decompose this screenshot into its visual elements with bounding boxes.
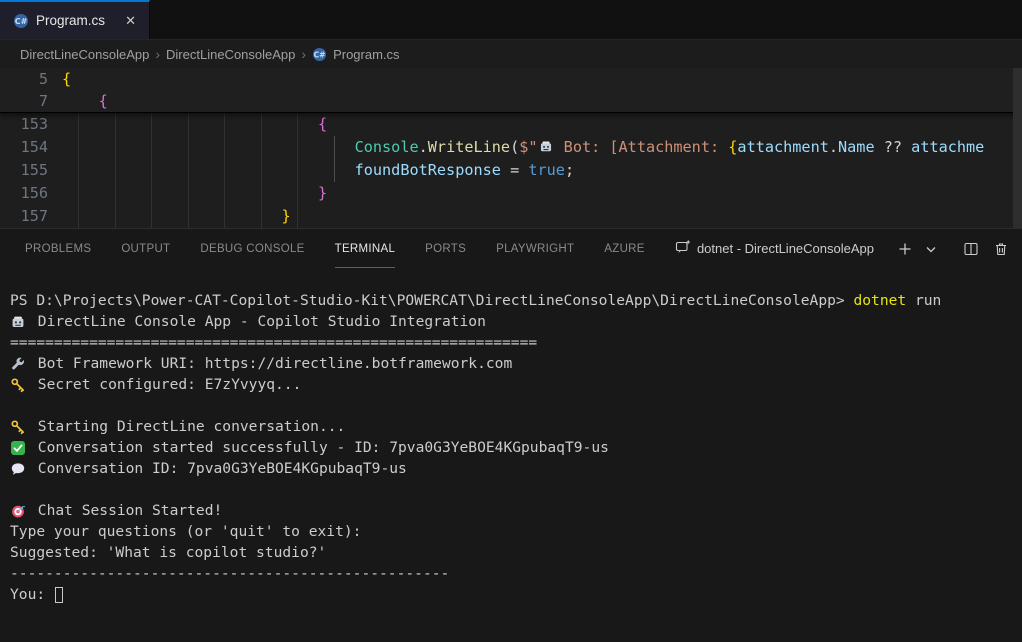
key-icon: [10, 419, 29, 435]
terminal-cursor[interactable]: [55, 587, 63, 603]
terminal-session-label: dotnet - DirectLineConsoleApp: [697, 241, 874, 256]
line-number: 5: [0, 68, 62, 90]
indent-guide: [261, 113, 262, 228]
indent-guide: [224, 113, 225, 228]
terminal-line: Type your questions (or 'quit' to exit):: [10, 521, 1022, 542]
code-line-154: 154 Console.WriteLine($" Bot: [Attachmen…: [0, 136, 1022, 159]
panel-tab-problems[interactable]: PROBLEMS: [25, 229, 91, 268]
panel-actions: dotnet - DirectLineConsoleApp: [675, 236, 1014, 262]
bottom-panel: PROBLEMS OUTPUT DEBUG CONSOLE TERMINAL PORTS…: [0, 228, 1022, 642]
panel-tab-azure[interactable]: AZURE: [604, 229, 644, 268]
indent-guide: [151, 113, 152, 228]
terminal-session-item[interactable]: dotnet - DirectLineConsoleApp: [675, 239, 874, 258]
tab-title: Program.cs: [36, 13, 105, 28]
code-editor: 5{7 { 153 {154 Console.WriteLine($" Bot:…: [0, 68, 1022, 228]
vscode-window: C# Program.cs ✕ DirectLineConsoleApp › D…: [0, 0, 1022, 642]
breadcrumb-item-file[interactable]: Program.cs: [333, 47, 399, 62]
terminal-line: Suggested: 'What is copilot studio?': [10, 542, 1022, 563]
terminal-line: You:: [10, 584, 1022, 605]
code-line-156: 156 }: [0, 182, 1022, 205]
breadcrumb-item-project[interactable]: DirectLineConsoleApp: [20, 47, 149, 62]
panel-tab-output[interactable]: OUTPUT: [121, 229, 170, 268]
terminal-line: Chat Session Started!: [10, 500, 1022, 521]
robot-icon: [10, 314, 29, 330]
breadcrumb-separator: ›: [155, 46, 160, 62]
editor-scrollbar[interactable]: [1013, 68, 1022, 228]
new-terminal-button[interactable]: [892, 236, 918, 262]
code-line-157: 157 }: [0, 205, 1022, 228]
terminal-line: ----------------------------------------…: [10, 563, 1022, 584]
svg-text:C#: C#: [314, 50, 326, 59]
indent-guide: [188, 113, 189, 228]
svg-text:C#: C#: [15, 17, 28, 26]
terminal-sparkle-icon: [675, 239, 691, 258]
indent-guide-active: [334, 136, 335, 182]
terminal-line: [10, 479, 1022, 500]
panel-header: PROBLEMS OUTPUT DEBUG CONSOLE TERMINAL PORTS…: [0, 229, 1022, 268]
code-line-7: 7 {: [0, 90, 1022, 112]
kill-terminal-trash-button[interactable]: [988, 236, 1014, 262]
code-lines: 153 {154 Console.WriteLine($" Bot: [Atta…: [0, 113, 1022, 228]
breadcrumb: DirectLineConsoleApp › DirectLineConsole…: [0, 40, 1022, 68]
terminal-line: Conversation started successfully - ID: …: [10, 437, 1022, 458]
terminal-line: ========================================…: [10, 332, 1022, 353]
line-number: 156: [0, 182, 62, 205]
tab-close-icon[interactable]: ✕: [122, 12, 139, 30]
code-line-5: 5{: [0, 68, 1022, 90]
terminal-line: [10, 395, 1022, 416]
terminal-line: PS D:\Projects\Power-CAT-Copilot-Studio-…: [10, 290, 1022, 311]
key-icon: [10, 377, 29, 393]
indent-guide: [78, 113, 79, 228]
speech-icon: [10, 461, 29, 477]
terminal-line: DirectLine Console App - Copilot Studio …: [10, 311, 1022, 332]
terminal-line: Secret configured: E7zYvyyq...: [10, 374, 1022, 395]
tab-program-cs[interactable]: C# Program.cs ✕: [0, 0, 150, 39]
indent-guide: [297, 113, 298, 228]
line-number: 155: [0, 159, 62, 182]
sticky-scroll: 5{7 {: [0, 68, 1022, 113]
panel-tab-playwright[interactable]: PLAYWRIGHT: [496, 229, 574, 268]
panel-tab-terminal[interactable]: TERMINAL: [335, 229, 396, 268]
panel-tabs: PROBLEMS OUTPUT DEBUG CONSOLE TERMINAL PORTS…: [25, 229, 645, 268]
csharp-file-icon: C#: [13, 13, 29, 29]
terminal-line: Conversation ID: 7pva0G3YeBOE4KGpubaqT9-…: [10, 458, 1022, 479]
code-line-155: 155 foundBotResponse = true;: [0, 159, 1022, 182]
line-number: 154: [0, 136, 62, 159]
csharp-file-icon: C#: [312, 47, 327, 62]
terminal-profile-chevron-icon[interactable]: [922, 236, 940, 262]
line-number: 153: [0, 113, 62, 136]
breadcrumb-item-folder[interactable]: DirectLineConsoleApp: [166, 47, 295, 62]
terminal-line: Bot Framework URI: https://directline.bo…: [10, 353, 1022, 374]
panel-tab-ports[interactable]: PORTS: [425, 229, 466, 268]
line-number: 157: [0, 205, 62, 228]
line-number: 7: [0, 90, 62, 112]
split-terminal-button[interactable]: [958, 236, 984, 262]
terminal-line: Starting DirectLine conversation...: [10, 416, 1022, 437]
code-line-153: 153 {: [0, 113, 1022, 136]
check-icon: [10, 440, 29, 456]
terminal-output[interactable]: PS D:\Projects\Power-CAT-Copilot-Studio-…: [0, 268, 1022, 642]
editor-tab-bar: C# Program.cs ✕: [0, 0, 1022, 40]
dart-icon: [10, 503, 29, 519]
panel-tab-debug-console[interactable]: DEBUG CONSOLE: [200, 229, 304, 268]
breadcrumb-separator: ›: [301, 46, 306, 62]
wrench-icon: [10, 356, 29, 372]
robot-icon: [538, 138, 555, 153]
indent-guide: [115, 113, 116, 228]
